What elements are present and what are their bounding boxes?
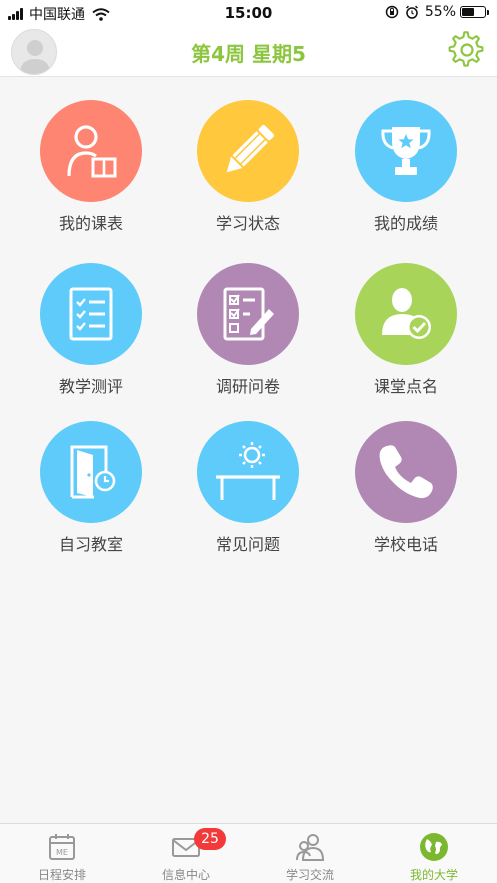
door-icon (70, 445, 116, 499)
tab-schedule[interactable]: ME 日程安排 (0, 824, 124, 883)
tab-my-university[interactable]: 我的大学 (372, 824, 496, 883)
tile-my-grades[interactable]: 我的成绩 (331, 100, 481, 240)
tab-bar: ME 日程安排 25 信息中心 学习交流 我的大学 (0, 823, 497, 883)
globe-icon (420, 833, 448, 861)
unread-badge: 25 (194, 828, 226, 850)
tile-circle (197, 421, 299, 523)
alarm-icon (405, 5, 418, 19)
tile-label: 学习状态 (215, 214, 280, 233)
tile-circle (355, 421, 457, 523)
trophy-icon (381, 127, 431, 175)
page-title: 第4周 星期5 (191, 42, 306, 66)
gear-icon[interactable] (448, 31, 486, 69)
tab-label: 我的大学 (409, 868, 458, 882)
tile-label: 我的成绩 (373, 214, 438, 233)
tab-community[interactable]: 学习交流 (248, 824, 372, 883)
tab-messages[interactable]: 25 信息中心 (124, 824, 248, 883)
tile-roll-call[interactable]: 课堂点名 (331, 263, 481, 403)
tab-label: 日程安排 (37, 868, 86, 882)
orientation-lock-icon (385, 5, 399, 19)
status-bar: 中国联通 15:00 55% (0, 0, 497, 26)
tile-circle (40, 263, 142, 365)
tile-school-phone[interactable]: 学校电话 (331, 421, 481, 561)
tile-circle (355, 100, 457, 202)
tile-study-room[interactable]: 自习教室 (16, 421, 166, 561)
sun-table-icon (216, 442, 280, 500)
tab-label: 信息中心 (161, 868, 210, 882)
tile-teaching-evaluation[interactable]: 教学测评 (16, 263, 166, 403)
pencil-icon (226, 124, 275, 173)
tile-label: 课堂点名 (373, 377, 438, 396)
battery-icon (460, 6, 486, 18)
person-book-icon (67, 125, 117, 178)
tile-label: 学校电话 (373, 535, 438, 554)
survey-edit-icon (223, 287, 274, 341)
tile-label: 常见问题 (215, 535, 280, 554)
tile-label: 教学测评 (58, 377, 123, 396)
tile-label: 自习教室 (58, 535, 123, 554)
checklist-icon (69, 287, 113, 341)
battery-cap (487, 9, 489, 15)
tile-survey[interactable]: 调研问卷 (173, 263, 323, 403)
tile-circle (40, 100, 142, 202)
tile-label: 调研问卷 (215, 377, 280, 396)
people-icon (296, 834, 325, 861)
calendar-icon: ME (49, 834, 75, 860)
tile-label: 我的课表 (58, 214, 123, 233)
battery-percent: 55% (424, 4, 456, 20)
tile-study-status[interactable]: 学习状态 (173, 100, 323, 240)
header: 第4周 星期5 (0, 26, 497, 77)
tile-circle (355, 263, 457, 365)
tile-faq[interactable]: 常见问题 (173, 421, 323, 561)
tile-circle (197, 100, 299, 202)
tile-my-schedule[interactable]: 我的课表 (16, 100, 166, 240)
phone-icon (379, 445, 433, 499)
user-check-icon (382, 288, 431, 339)
tile-circle (197, 263, 299, 365)
tile-circle (40, 421, 142, 523)
tab-label: 学习交流 (285, 868, 334, 882)
calendar-text: ME (56, 848, 68, 857)
